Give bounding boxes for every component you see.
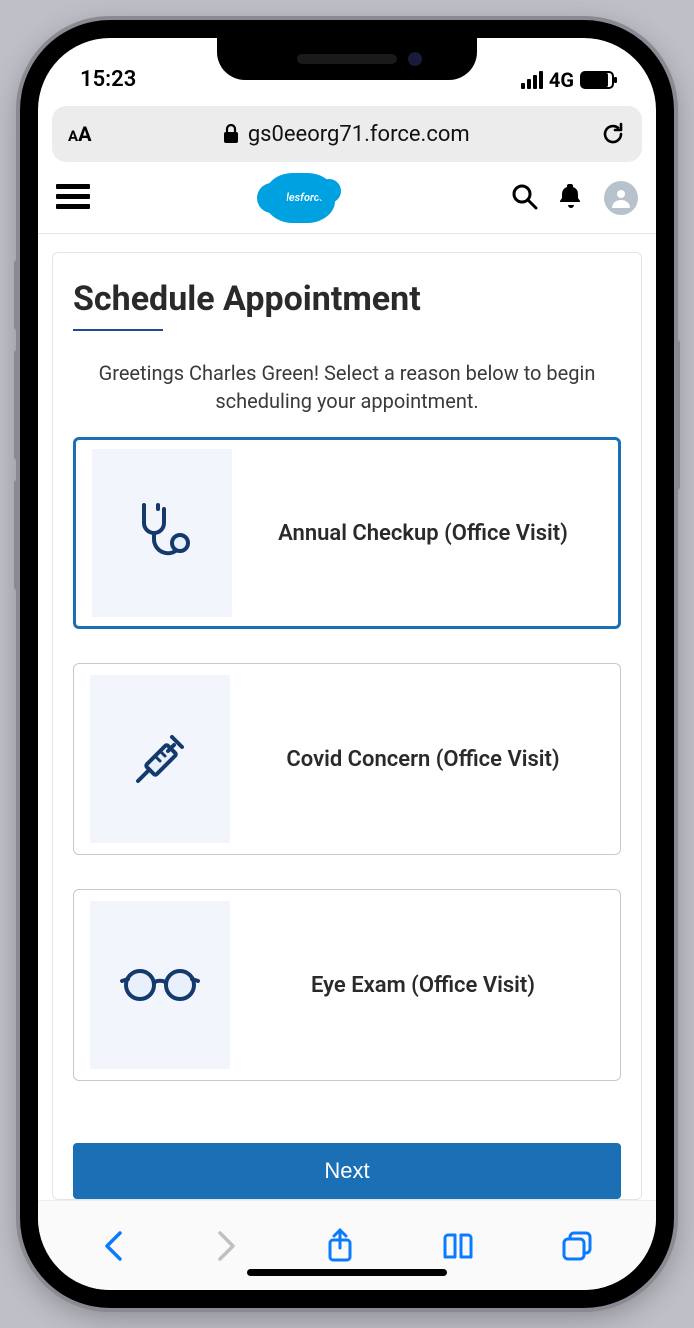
stethoscope-icon bbox=[92, 449, 232, 617]
notifications-button[interactable] bbox=[558, 182, 584, 214]
app-content: Schedule Appointment Greetings Charles G… bbox=[38, 234, 656, 1200]
refresh-button[interactable] bbox=[600, 121, 626, 147]
app-header: salesforce bbox=[38, 162, 656, 234]
browser-url-bar[interactable]: AA gs0eeorg71.force.com bbox=[52, 106, 642, 162]
url-domain: gs0eeorg71.force.com bbox=[248, 122, 470, 147]
lock-icon bbox=[222, 124, 240, 144]
notch bbox=[217, 38, 477, 80]
battery-icon bbox=[580, 71, 614, 89]
salesforce-logo[interactable]: salesforce bbox=[265, 173, 335, 223]
syringe-icon bbox=[90, 675, 230, 843]
back-button[interactable] bbox=[101, 1229, 127, 1263]
option-label: Covid Concern (Office Visit) bbox=[252, 747, 604, 772]
option-eye-exam[interactable]: Eye Exam (Office Visit) bbox=[73, 889, 621, 1081]
glasses-icon bbox=[90, 901, 230, 1069]
greeting-text: Greetings Charles Green! Select a reason… bbox=[79, 359, 615, 415]
home-indicator[interactable] bbox=[247, 1269, 447, 1276]
profile-avatar[interactable] bbox=[604, 181, 638, 215]
title-underline bbox=[73, 329, 163, 331]
tabs-button[interactable] bbox=[561, 1230, 593, 1262]
share-button[interactable] bbox=[325, 1228, 355, 1264]
status-time: 15:23 bbox=[80, 67, 136, 92]
appointment-card: Schedule Appointment Greetings Charles G… bbox=[52, 252, 642, 1200]
hamburger-menu-button[interactable] bbox=[56, 182, 90, 214]
option-covid-concern[interactable]: Covid Concern (Office Visit) bbox=[73, 663, 621, 855]
network-label: 4G bbox=[549, 68, 574, 92]
power-button bbox=[674, 340, 680, 490]
option-annual-checkup[interactable]: Annual Checkup (Office Visit) bbox=[73, 437, 621, 629]
page-title: Schedule Appointment bbox=[73, 279, 621, 319]
browser-toolbar bbox=[38, 1200, 656, 1290]
mute-switch bbox=[14, 260, 20, 330]
volume-down-button bbox=[14, 480, 20, 590]
signal-bars-icon bbox=[521, 71, 543, 89]
text-size-button[interactable]: AA bbox=[68, 122, 92, 146]
phone-frame: 15:23 4G AA gs0eeorg71.force.com bbox=[20, 20, 674, 1308]
option-label: Eye Exam (Office Visit) bbox=[252, 973, 604, 998]
option-label: Annual Checkup (Office Visit) bbox=[254, 521, 602, 546]
bookmarks-button[interactable] bbox=[441, 1231, 475, 1261]
screen: 15:23 4G AA gs0eeorg71.force.com bbox=[38, 38, 656, 1290]
search-button[interactable] bbox=[510, 182, 538, 214]
volume-up-button bbox=[14, 350, 20, 460]
forward-button[interactable] bbox=[213, 1229, 239, 1263]
next-button[interactable]: Next bbox=[73, 1143, 621, 1199]
